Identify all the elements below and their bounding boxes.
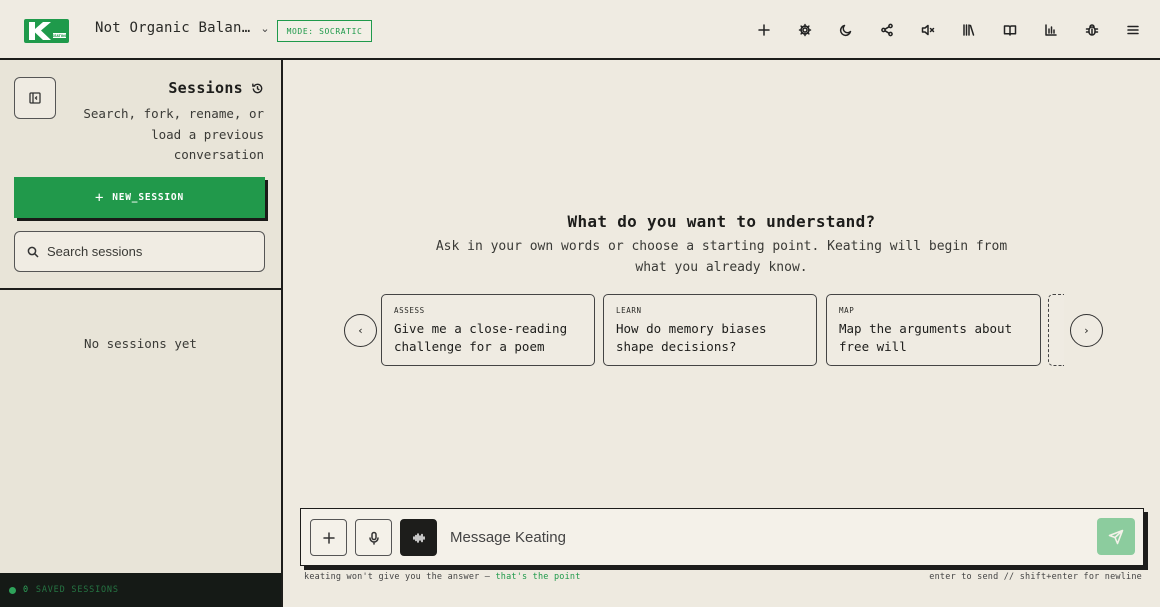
search-sessions-input[interactable] (47, 244, 247, 259)
saved-sessions-label: SAVED SESSIONS (35, 585, 119, 595)
microphone-button[interactable] (355, 519, 392, 556)
composer-hint-left: keating won't give you the answer — that… (304, 572, 581, 582)
chevron-left-icon: ‹ (358, 324, 363, 337)
main-heading: What do you want to understand? (567, 212, 876, 231)
empty-sessions-message: No sessions yet (84, 336, 197, 351)
menu-icon[interactable] (1124, 19, 1142, 41)
card-text: How do memory biases shape decisions? (616, 321, 767, 354)
status-dot-icon (9, 586, 16, 594)
main-subheading: Ask in your own words or choose a starti… (435, 239, 1008, 275)
send-icon (1108, 529, 1124, 544)
attach-button[interactable] (310, 519, 347, 556)
search-icon (27, 246, 39, 258)
plus-icon[interactable] (755, 19, 773, 41)
card-text: Map the arguments about free will (839, 321, 1013, 354)
keating-logo[interactable]: KEATING (24, 19, 69, 43)
search-sessions-field[interactable] (14, 231, 265, 272)
card-tag: ASSESS (394, 306, 425, 315)
voice-mode-button[interactable] (400, 519, 437, 556)
moon-icon[interactable] (837, 19, 855, 41)
chevron-right-icon: › (1084, 324, 1089, 337)
carousel-prev-button[interactable]: ‹ (344, 314, 377, 347)
sessions-heading: Sessions (168, 79, 243, 97)
new-session-button[interactable]: + NEW_SESSION (14, 177, 265, 218)
mode-badge[interactable]: MODE: SOCRATIC (277, 20, 372, 42)
plus-icon (322, 531, 335, 544)
conversation-title: Not Organic Balan… (95, 20, 251, 36)
sessions-description: Search, fork, rename, or load a previous… (83, 106, 264, 162)
card-text: Give me a close-reading challenge for a … (394, 321, 568, 354)
suggestion-card-partial[interactable] (1048, 294, 1064, 366)
gear-icon[interactable] (796, 19, 814, 41)
collapse-sidebar-button[interactable] (14, 77, 56, 119)
hint-highlight: that's the point (495, 572, 581, 582)
sidebar-collapse-icon (29, 92, 41, 104)
card-tag: LEARN (616, 306, 642, 315)
library-icon[interactable] (960, 19, 978, 41)
toolbar (755, 19, 1142, 41)
suggestion-card[interactable]: MAP Map the arguments about free will (826, 294, 1041, 366)
logo-text: KEATING (52, 34, 68, 38)
message-input[interactable] (450, 526, 1080, 548)
waveform-icon (412, 532, 425, 543)
suggestion-card[interactable]: ASSESS Give me a close-reading challenge… (381, 294, 595, 366)
mute-icon[interactable] (919, 19, 937, 41)
top-bar: KEATING Not Organic Balan… ⌄ MODE: SOCRA… (0, 0, 1160, 60)
card-tag: MAP (839, 306, 855, 315)
hint-prefix: keating won't give you the answer — (304, 572, 491, 582)
saved-sessions-count: 0 (23, 585, 29, 595)
book-icon[interactable] (1001, 19, 1019, 41)
sidebar-footer: 0 SAVED SESSIONS (0, 573, 281, 607)
message-composer (300, 508, 1144, 566)
conversation-title-dropdown[interactable]: Not Organic Balan… ⌄ (95, 20, 270, 36)
plus-icon: + (95, 189, 105, 206)
microphone-icon (368, 531, 379, 545)
suggestion-card[interactable]: LEARN How do memory biases shape decisio… (603, 294, 817, 366)
composer-hint-right: enter to send // shift+enter for newline (929, 572, 1142, 582)
sidebar-divider (0, 288, 281, 290)
chart-icon[interactable] (1042, 19, 1060, 41)
new-session-label: NEW_SESSION (112, 192, 184, 203)
chevron-down-icon: ⌄ (260, 21, 270, 35)
carousel-next-button[interactable]: › (1070, 314, 1103, 347)
share-icon[interactable] (878, 19, 896, 41)
bug-icon[interactable] (1083, 19, 1101, 41)
history-icon[interactable] (251, 82, 264, 95)
sessions-sidebar: Sessions Search, fork, rename, or load a… (0, 60, 283, 607)
sessions-header: Sessions (168, 79, 264, 97)
send-button[interactable] (1097, 518, 1135, 555)
